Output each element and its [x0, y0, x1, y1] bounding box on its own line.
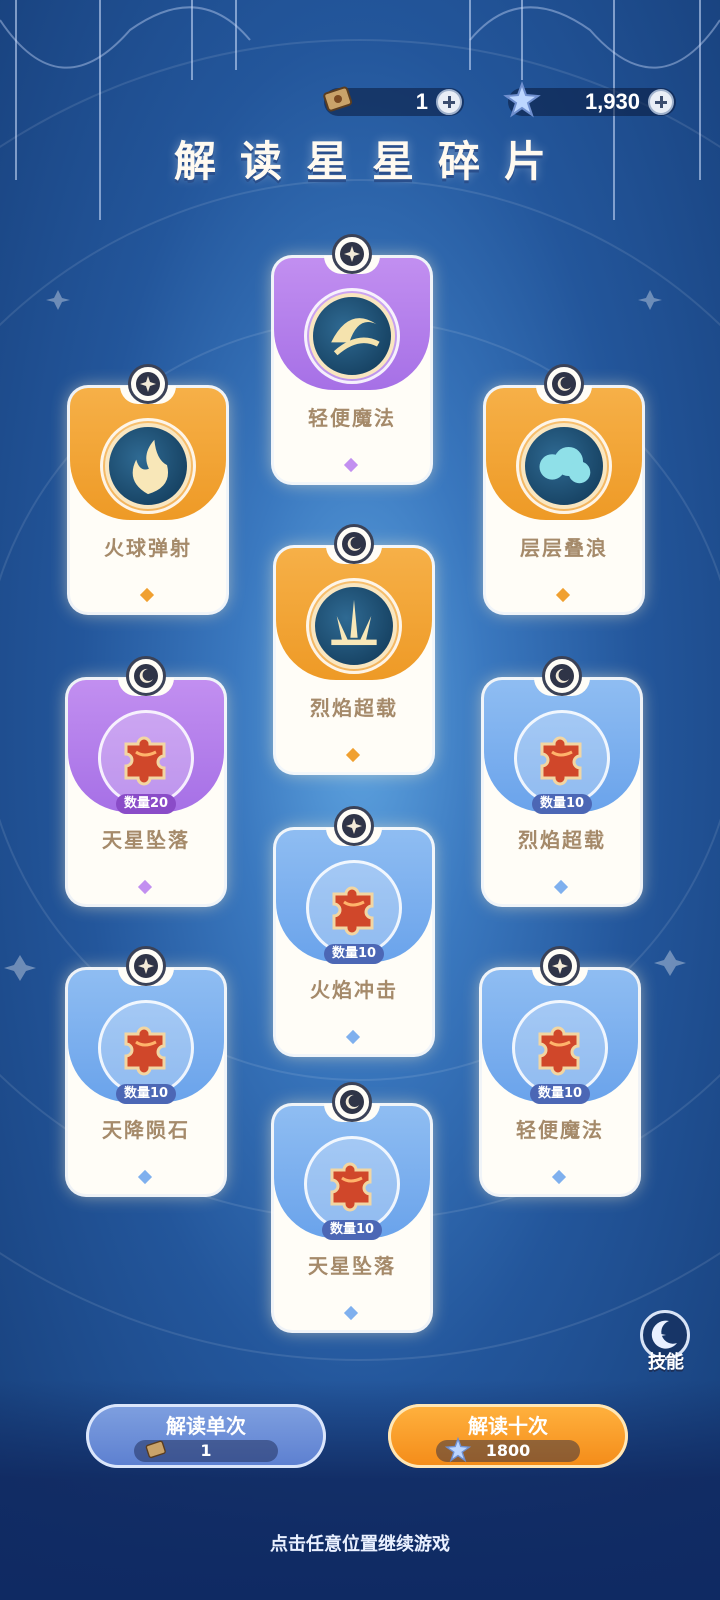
- card-count-badge: 数量10: [116, 1084, 176, 1104]
- card-count-badge: 数量10: [530, 1084, 590, 1104]
- skill-card[interactable]: 数量10 轻便魔法: [482, 946, 638, 1194]
- scroll-count: 1: [415, 89, 428, 114]
- star-badge-icon: [128, 364, 168, 404]
- star-badge-icon: [126, 946, 166, 986]
- skill-button-label: 技能: [648, 1352, 684, 1373]
- skill-card[interactable]: 火球弹射: [70, 364, 226, 612]
- add-crystal-button[interactable]: [648, 89, 674, 115]
- draw-ten-cost-value: 1800: [485, 1441, 531, 1460]
- draw-single-cost-value: 1: [200, 1441, 212, 1460]
- card-name: 天星坠落: [102, 828, 190, 852]
- crystal-count: 1,930: [584, 89, 640, 114]
- moon-badge-icon: [332, 1082, 372, 1122]
- moon-badge-icon: [544, 364, 584, 404]
- skill-card[interactable]: 层层叠浪: [486, 364, 642, 612]
- card-name: 烈焰超载: [310, 696, 398, 720]
- card-count-badge: 数量10: [324, 944, 384, 964]
- skill-card[interactable]: 数量10 天星坠落: [274, 1082, 430, 1330]
- skill-card[interactable]: 数量10 天降陨石: [68, 946, 224, 1194]
- scroll-resource: 1: [323, 86, 464, 116]
- card-diamond-icon: [137, 879, 153, 895]
- crystal-resource: 1,930: [503, 81, 676, 118]
- star-badge-icon: [540, 946, 580, 986]
- card-diamond-icon: [345, 747, 361, 763]
- draw-ten-button[interactable]: 解读十次 1800: [388, 1404, 628, 1468]
- star-crystal-icon: [503, 81, 541, 118]
- skill-card[interactable]: 数量10 烈焰超载: [484, 656, 640, 904]
- card-count-badge: 数量10: [532, 794, 592, 814]
- skill-card[interactable]: 烈焰超载: [276, 524, 432, 772]
- card-diamond-icon: [139, 587, 155, 603]
- card-name: 火焰冲击: [310, 978, 398, 1002]
- moon-badge-icon: [542, 656, 582, 696]
- moon-badge-icon: [334, 524, 374, 564]
- skill-button[interactable]: 技能: [636, 1310, 696, 1373]
- card-diamond-icon: [343, 457, 359, 473]
- scroll-ticket-icon: [323, 86, 353, 112]
- card-diamond-icon: [553, 879, 569, 895]
- card-name: 轻便魔法: [516, 1118, 604, 1142]
- card-count-badge: 数量20: [116, 794, 176, 814]
- skill-card[interactable]: 数量10 火焰冲击: [276, 806, 432, 1054]
- page-title: 解读星星碎片: [173, 137, 570, 186]
- card-name: 火球弹射: [104, 536, 192, 560]
- card-diamond-icon: [343, 1305, 359, 1321]
- card-diamond-icon: [551, 1169, 567, 1185]
- card-count-badge: 数量10: [322, 1220, 382, 1240]
- draw-single-button[interactable]: 解读单次 1: [86, 1404, 326, 1468]
- draw-ten-label: 解读十次: [468, 1414, 548, 1438]
- skill-card[interactable]: 轻便魔法: [274, 234, 430, 482]
- card-name: 天星坠落: [308, 1254, 396, 1278]
- draw-single-cost: 1: [134, 1440, 278, 1462]
- card-name: 烈焰超载: [518, 828, 606, 852]
- draw-single-label: 解读单次: [166, 1414, 246, 1438]
- moon-badge-icon: [126, 656, 166, 696]
- star-badge-icon: [332, 234, 372, 274]
- card-diamond-icon: [137, 1169, 153, 1185]
- draw-ten-cost: 1800: [436, 1436, 580, 1463]
- card-name: 天降陨石: [102, 1118, 190, 1142]
- skill-card[interactable]: 数量20 天星坠落: [68, 656, 224, 904]
- add-scroll-button[interactable]: [436, 89, 462, 115]
- star-badge-icon: [334, 806, 374, 846]
- card-name: 轻便魔法: [308, 406, 396, 430]
- card-diamond-icon: [555, 587, 571, 603]
- continue-hint: 点击任意位置继续游戏: [270, 1534, 450, 1555]
- card-diamond-icon: [345, 1029, 361, 1045]
- card-name: 层层叠浪: [520, 536, 608, 560]
